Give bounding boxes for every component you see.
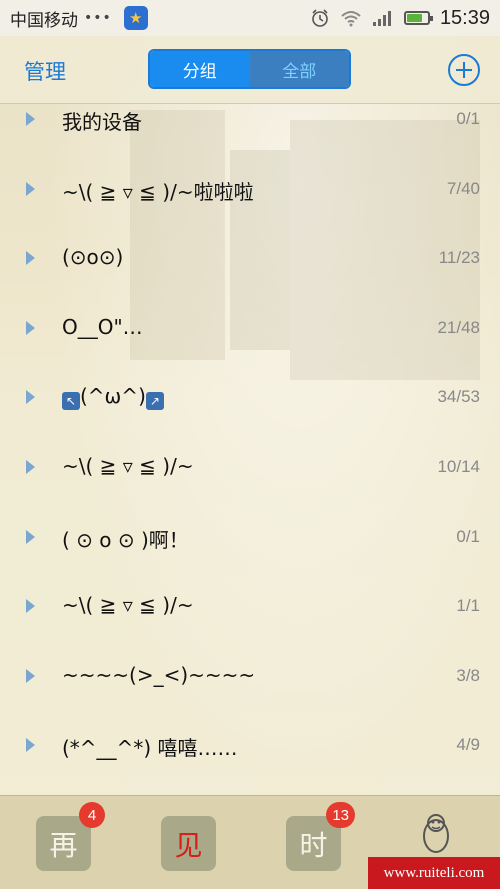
triangle-right-icon [26, 181, 35, 196]
group-name: ~\( ≧ ▿ ≦ )/~ [62, 593, 194, 618]
list-item[interactable]: (*^__^*) 嘻嘻…… 4/9 [0, 710, 500, 780]
tab-label: 再 [49, 828, 78, 862]
group-online-count: 21/48 [437, 317, 480, 337]
triangle-right-icon [26, 529, 35, 544]
tab-activity[interactable]: 时 13 [286, 802, 355, 871]
group-name: ( ⊙ o ⊙ )啊！ [62, 527, 189, 552]
battery-level [406, 14, 422, 22]
group-name: (*^__^*) 嘻嘻…… [62, 736, 238, 761]
cell-signal-icon [372, 11, 391, 26]
triangle-right-icon [26, 320, 35, 335]
clock-time: 15:39 [439, 6, 490, 29]
group-name: ~~~~(>_<)~~~~ [62, 662, 256, 687]
carrier-name: 中国移动 [10, 10, 78, 31]
list-item[interactable]: ↖ (^ω^) ↗ 34/53 [0, 362, 500, 432]
battery-icon [403, 11, 433, 25]
triangle-right-icon [26, 390, 35, 405]
group-name: ~\( ≧ ▿ ≦ )/~啦啦啦 [62, 179, 254, 204]
star-app-icon: ★ [123, 6, 148, 30]
group-online-count: 34/53 [437, 387, 480, 407]
triangle-right-icon [26, 251, 35, 266]
group-list: 我的设备 0/1 ~\( ≧ ▿ ≦ )/~啦啦啦 7/40 (⊙o⊙) 11/… [0, 84, 500, 780]
qq-penguin-icon[interactable] [420, 812, 452, 854]
tab-label: 时 [299, 828, 328, 862]
tab-all[interactable]: 全部 [249, 51, 349, 87]
unread-badge: 13 [326, 802, 355, 828]
list-item[interactable]: ~\( ≧ ▿ ≦ )/~啦啦啦 7/40 [0, 154, 500, 224]
group-online-count: 3/8 [456, 665, 480, 685]
triangle-right-icon [26, 738, 35, 753]
signal-dots: ••• [84, 10, 112, 26]
group-online-count: 1/1 [456, 596, 480, 616]
manage-button[interactable]: 管理 [24, 56, 66, 86]
group-name: O__O"… [62, 314, 143, 339]
triangle-right-icon [26, 459, 35, 474]
watermark-text: www.ruiteli.com [368, 857, 500, 889]
list-item[interactable]: ~\( ≧ ▿ ≦ )/~ 1/1 [0, 571, 500, 641]
arrow-up-right-emoji-icon: ↗ [145, 392, 164, 411]
group-name: (⊙o⊙) [62, 245, 124, 270]
triangle-right-icon [26, 599, 35, 614]
group-name-with-emoji: ↖ (^ω^) ↗ [62, 384, 164, 411]
group-view-switch: 分组 全部 [148, 49, 351, 89]
list-item[interactable]: ~\( ≧ ▿ ≦ )/~ 10/14 [0, 432, 500, 502]
tab-label: 见 [174, 828, 203, 862]
group-online-count: 7/40 [446, 178, 480, 198]
tab-groups[interactable]: 分组 [150, 51, 250, 87]
group-name: (^ω^) [80, 384, 146, 409]
plus-circle-icon[interactable] [448, 54, 480, 86]
list-item[interactable]: ( ⊙ o ⊙ )啊！ 0/1 [0, 502, 500, 572]
group-name: 我的设备 [62, 110, 142, 134]
group-online-count: 0/1 [456, 526, 480, 546]
list-item[interactable]: (⊙o⊙) 11/23 [0, 223, 500, 293]
group-name: ~\( ≧ ▿ ≦ )/~ [62, 453, 194, 478]
tab-messages[interactable]: 再 4 [36, 802, 105, 871]
alarm-icon [312, 9, 328, 27]
arrow-up-left-emoji-icon: ↖ [62, 392, 80, 411]
header-bar: 管理 分组 全部 [0, 36, 500, 104]
group-online-count: 0/1 [456, 109, 480, 128]
group-online-count: 11/23 [438, 248, 480, 268]
status-bar: 中国移动 ••• ★ 15:39 [0, 0, 500, 36]
list-item[interactable]: O__O"… 21/48 [0, 293, 500, 363]
list-item[interactable]: ~~~~(>_<)~~~~ 3/8 [0, 641, 500, 711]
tab-contacts[interactable]: 见 [161, 816, 216, 871]
unread-badge: 4 [79, 802, 105, 828]
group-online-count: 10/14 [437, 456, 480, 476]
triangle-right-icon [26, 668, 35, 683]
wifi-icon [341, 11, 361, 27]
group-online-count: 4/9 [456, 735, 480, 755]
triangle-right-icon [26, 112, 35, 126]
